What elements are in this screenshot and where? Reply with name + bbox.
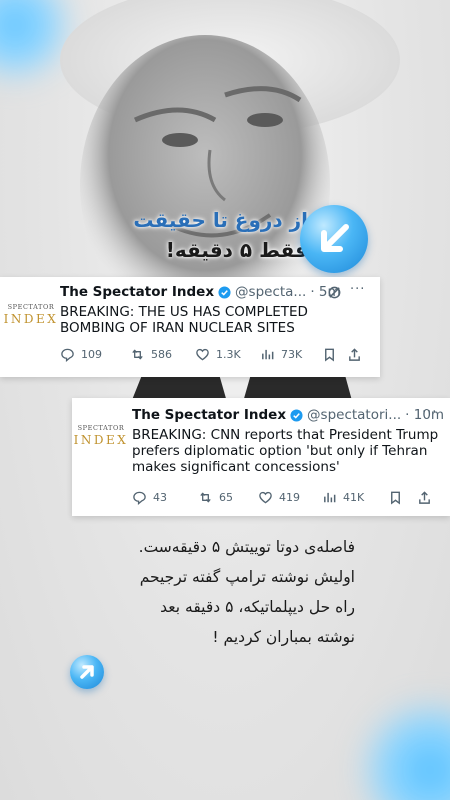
caption-line-4: نوشته بمباران کردیم ! xyxy=(212,628,355,646)
tweet-text: BREAKING: THE US HAS COMPLETED BOMBING O… xyxy=(60,304,308,336)
tweet-header: The Spectator Index @spectatori... · 10m xyxy=(132,407,444,423)
like-button[interactable]: 1.3K xyxy=(195,347,260,362)
views-button[interactable]: 73K xyxy=(260,347,322,362)
bookmark-icon[interactable] xyxy=(388,490,403,505)
reply-button[interactable]: 43 xyxy=(132,490,198,505)
tweet-card-1[interactable]: SPECTATOR INDEX The Spectator Index @spe… xyxy=(0,277,380,377)
caption-text: فاصله‌ی دوتا توییتش ۵ دقیقه‌ست. اولیش نو… xyxy=(110,532,355,652)
like-icon xyxy=(196,348,209,361)
like-icon xyxy=(259,491,272,504)
like-button[interactable]: 419 xyxy=(258,490,322,505)
tweet-header: The Spectator Index @specta... · 5m xyxy=(60,284,341,300)
caption-line-2: اولیش نوشته ترامپ گفته ترجیحم xyxy=(139,568,355,586)
verified-badge-icon xyxy=(290,408,303,422)
author-handle[interactable]: @specta... xyxy=(235,284,306,300)
caption-line-3: راه حل دیپلماتیکه، ۵ دقیقه بعد xyxy=(160,598,355,616)
more-icon[interactable]: ··· xyxy=(422,405,437,420)
reply-icon xyxy=(133,491,146,505)
reply-button[interactable]: 109 xyxy=(60,347,130,362)
author-handle[interactable]: @spectatori... xyxy=(307,407,401,423)
author-name[interactable]: The Spectator Index xyxy=(60,284,214,300)
headline: از دروغ تا حقیقت فقط ۵ دقیقه! xyxy=(118,205,308,265)
more-icon[interactable]: ··· xyxy=(350,282,365,297)
retweet-icon xyxy=(132,349,143,360)
views-icon xyxy=(262,349,274,360)
arrow-down-left-icon xyxy=(300,205,368,273)
retweet-icon xyxy=(200,492,211,503)
grok-icon[interactable] xyxy=(327,285,342,300)
views-icon xyxy=(324,492,336,503)
author-name[interactable]: The Spectator Index xyxy=(132,407,286,423)
share-icon[interactable] xyxy=(417,490,432,505)
blue-glow-bottom-right xyxy=(360,700,450,800)
retweet-button[interactable]: 65 xyxy=(198,490,258,505)
tweet-actions: 43 65 419 41K xyxy=(132,490,442,505)
tweet-actions: 109 586 1.3K 73K xyxy=(60,347,365,362)
tweet-text: BREAKING: CNN reports that President Tru… xyxy=(132,427,439,475)
caption-line-1: فاصله‌ی دوتا توییتش ۵ دقیقه‌ست. xyxy=(138,538,355,556)
tweet-card-2[interactable]: SPECTATOR INDEX The Spectator Index @spe… xyxy=(72,398,450,516)
reply-icon xyxy=(61,348,74,362)
arrow-up-right-icon xyxy=(70,655,104,689)
retweet-button[interactable]: 586 xyxy=(130,347,195,362)
headline-line-2: فقط ۵ دقیقه! xyxy=(165,238,308,262)
bookmark-icon[interactable] xyxy=(322,347,337,362)
spectator-index-logo: SPECTATOR INDEX xyxy=(73,423,129,447)
verified-badge-icon xyxy=(218,285,231,299)
spectator-index-logo: SPECTATOR INDEX xyxy=(3,302,59,326)
headline-line-1: از دروغ تا حقیقت xyxy=(133,208,308,232)
share-icon[interactable] xyxy=(347,347,362,362)
views-button[interactable]: 41K xyxy=(322,490,388,505)
